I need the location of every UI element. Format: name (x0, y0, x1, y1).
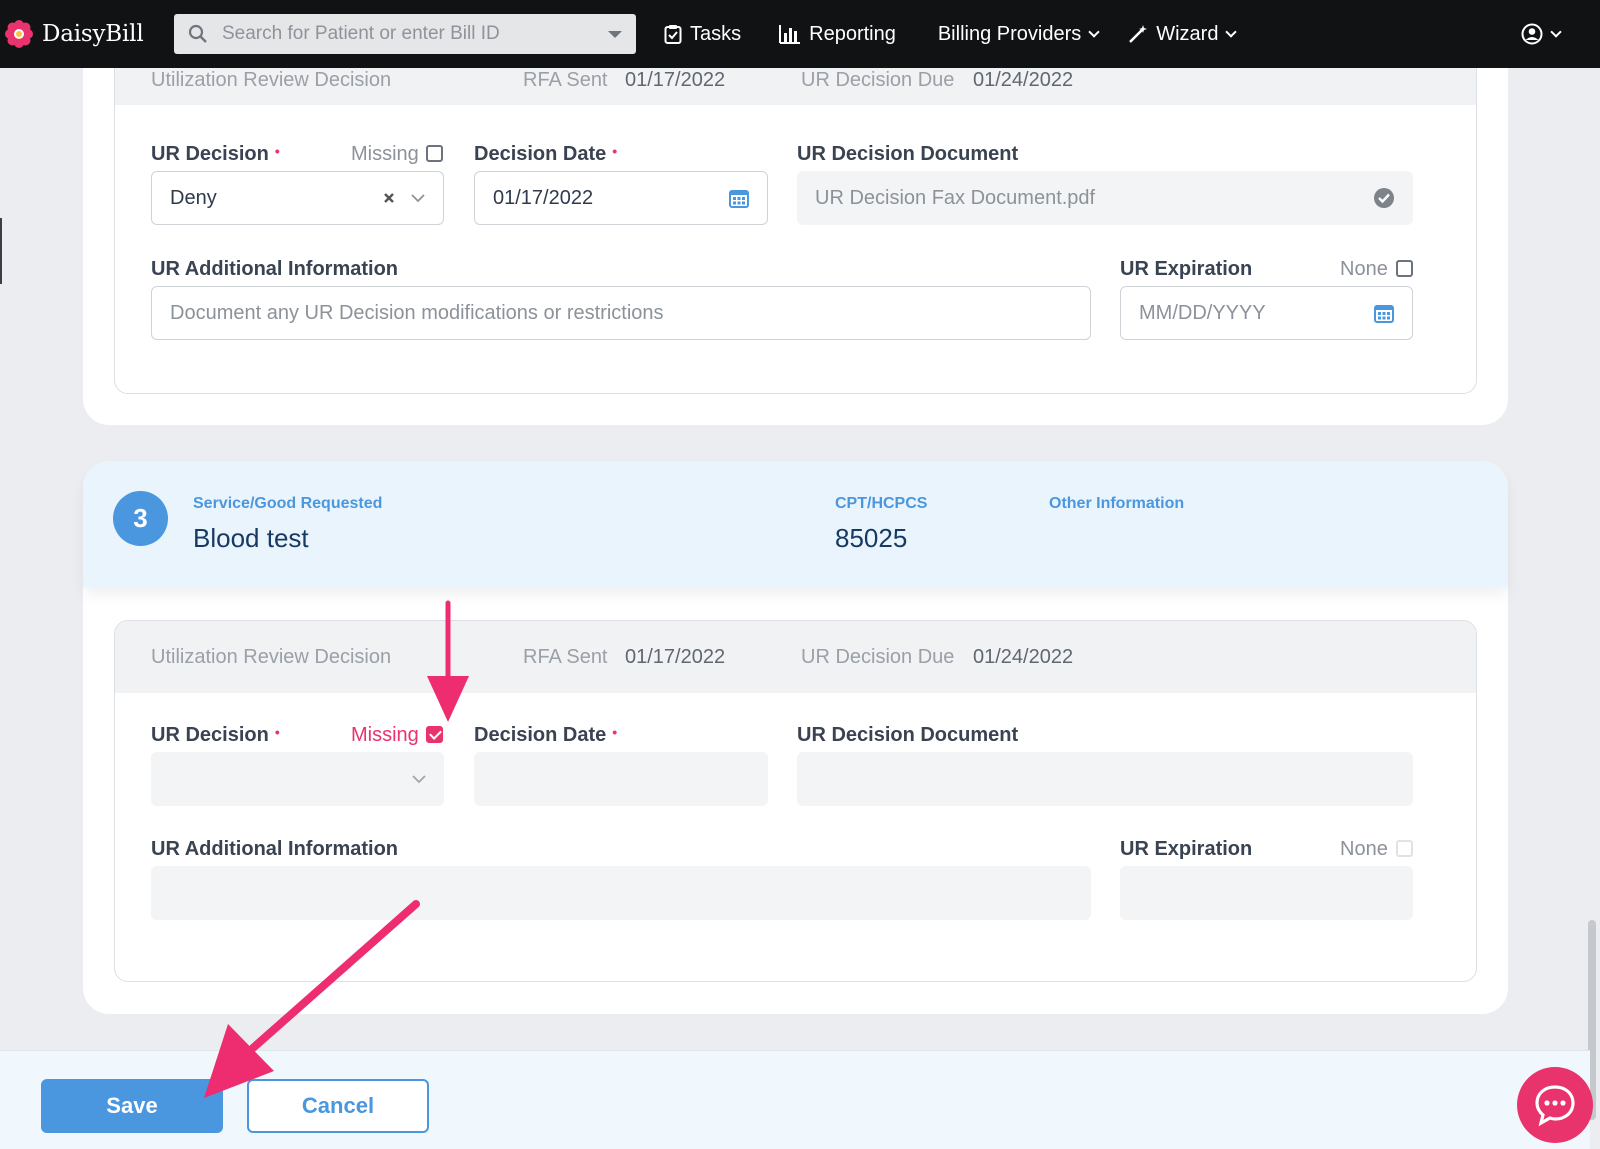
nav-billing-providers-label: Billing Providers (937, 22, 1082, 45)
missing-label: Missing (351, 143, 419, 165)
patient-search[interactable]: Search for Patient or enter Bill ID (174, 14, 636, 54)
clipboard-check-icon (664, 25, 682, 44)
decision-date-label: Decision Date • (474, 724, 618, 746)
user-circle-icon (1521, 23, 1543, 45)
ur-expiration-input[interactable]: MM/DD/YYYY (1120, 286, 1413, 340)
chevron-down-icon (1088, 25, 1100, 38)
cpt-value: 85025 (835, 523, 908, 553)
ur-expiration-placeholder: MM/DD/YYYY (1139, 301, 1266, 324)
ur-due-label: UR Decision Due (801, 69, 955, 91)
ur-decision-label: UR Decision • (151, 724, 280, 746)
ur-decision-panel: Utilization Review Decision RFA Sent 01/… (114, 20, 1477, 394)
rfa-sent-value: 01/17/2022 (625, 646, 726, 668)
nav-tasks[interactable]: Tasks (664, 23, 741, 46)
search-input[interactable]: Search for Patient or enter Bill ID (222, 23, 608, 45)
decision-date-input[interactable]: 01/17/2022 (474, 171, 768, 225)
magic-wand-icon (1129, 25, 1148, 43)
nav-tasks-label: Tasks (690, 22, 742, 45)
brand-name: DaisyBill (42, 21, 144, 47)
nav-reporting[interactable]: Reporting (779, 23, 896, 46)
check-circle-icon (1374, 188, 1394, 208)
service-requested-label: Service/Good Requested (193, 495, 383, 512)
calendar-icon[interactable] (1374, 303, 1394, 323)
nav-wizard-label: Wizard (1156, 22, 1219, 45)
missing-label: Missing (351, 724, 419, 746)
nav-wizard[interactable]: Wizard (1128, 22, 1238, 46)
chat-support-button[interactable] (1517, 1067, 1593, 1143)
chevron-down-icon (1550, 25, 1562, 38)
service-requested-value: Blood test (193, 523, 309, 553)
search-icon (188, 24, 207, 43)
decision-date-label: Decision Date • (474, 143, 618, 165)
none-label: None (1340, 258, 1388, 280)
decision-date-value: 01/17/2022 (493, 186, 594, 209)
daisy-flower-icon (5, 20, 33, 48)
ur-document-field[interactable] (797, 752, 1413, 806)
clear-x-icon[interactable] (383, 192, 395, 204)
ur-header-title: Utilization Review Decision (151, 69, 392, 91)
ur-due-label: UR Decision Due (801, 646, 955, 668)
ur-header-title: Utilization Review Decision (151, 646, 392, 668)
none-label: None (1340, 838, 1388, 860)
ur-expiration-input[interactable] (1120, 866, 1413, 920)
none-checkbox[interactable] (1396, 260, 1413, 277)
ur-expiration-label: UR Expiration (1120, 258, 1253, 280)
missing-checkbox[interactable] (426, 145, 443, 162)
ur-decision-select[interactable]: Deny (151, 171, 444, 225)
ur-expiration-label: UR Expiration (1120, 838, 1253, 860)
chevron-down-icon[interactable] (412, 774, 426, 784)
cpt-label: CPT/HCPCS (835, 495, 928, 512)
ur-due-value: 01/24/2022 (973, 69, 1074, 91)
rfa-sent-value: 01/17/2022 (625, 69, 726, 91)
nav-billing-providers[interactable]: Billing Providers (937, 22, 1100, 46)
ur-decision-label: UR Decision • (151, 143, 280, 165)
ur-document-field[interactable]: UR Decision Fax Document.pdf (797, 171, 1413, 225)
rfa-sent-label: RFA Sent (523, 69, 608, 91)
chat-bubble-icon (1535, 1085, 1575, 1127)
form-footer: Save Cancel (0, 1050, 1590, 1149)
account-menu[interactable] (1521, 23, 1562, 45)
ur-document-filename: UR Decision Fax Document.pdf (815, 186, 1096, 209)
ur-decision-select[interactable] (151, 752, 444, 806)
brand-logo[interactable]: DaisyBill (4, 19, 164, 49)
bar-chart-icon (779, 25, 801, 44)
top-nav: DaisyBill Search for Patient or enter Bi… (0, 0, 1600, 68)
caret-down-icon[interactable] (608, 29, 622, 39)
rfa-sent-label: RFA Sent (523, 646, 608, 668)
ur-additional-label: UR Additional Information (151, 258, 399, 280)
left-edge-divider (0, 218, 2, 284)
ur-decision-panel-3: Utilization Review Decision RFA Sent 01/… (114, 620, 1477, 982)
ur-additional-placeholder: Document any UR Decision modifications o… (170, 301, 664, 324)
nav-reporting-label: Reporting (809, 22, 896, 45)
decision-date-input[interactable] (474, 752, 768, 806)
calendar-icon[interactable] (729, 188, 749, 208)
save-button[interactable]: Save (41, 1079, 223, 1133)
cancel-button[interactable]: Cancel (247, 1079, 429, 1133)
chevron-down-icon (1225, 25, 1238, 38)
ur-decision-value: Deny (170, 186, 217, 209)
chevron-down-icon[interactable] (411, 193, 425, 203)
ur-additional-label: UR Additional Information (151, 838, 399, 860)
ur-document-label: UR Decision Document (797, 143, 1019, 165)
other-information-label: Other Information (1049, 495, 1185, 512)
ur-additional-input[interactable] (151, 866, 1091, 920)
ur-due-value: 01/24/2022 (973, 646, 1074, 668)
service-row-3[interactable]: 3 Service/Good Requested Blood test CPT/… (83, 461, 1508, 587)
none-checkbox[interactable] (1396, 840, 1413, 857)
ur-additional-input[interactable]: Document any UR Decision modifications o… (151, 286, 1091, 340)
ur-document-label: UR Decision Document (797, 724, 1019, 746)
service-card-2: Utilization Review Decision RFA Sent 01/… (83, 20, 1508, 425)
ur-header: Utilization Review Decision RFA Sent 01/… (115, 621, 1476, 693)
service-number-badge: 3 (113, 491, 168, 546)
missing-checkbox[interactable] (426, 726, 443, 743)
